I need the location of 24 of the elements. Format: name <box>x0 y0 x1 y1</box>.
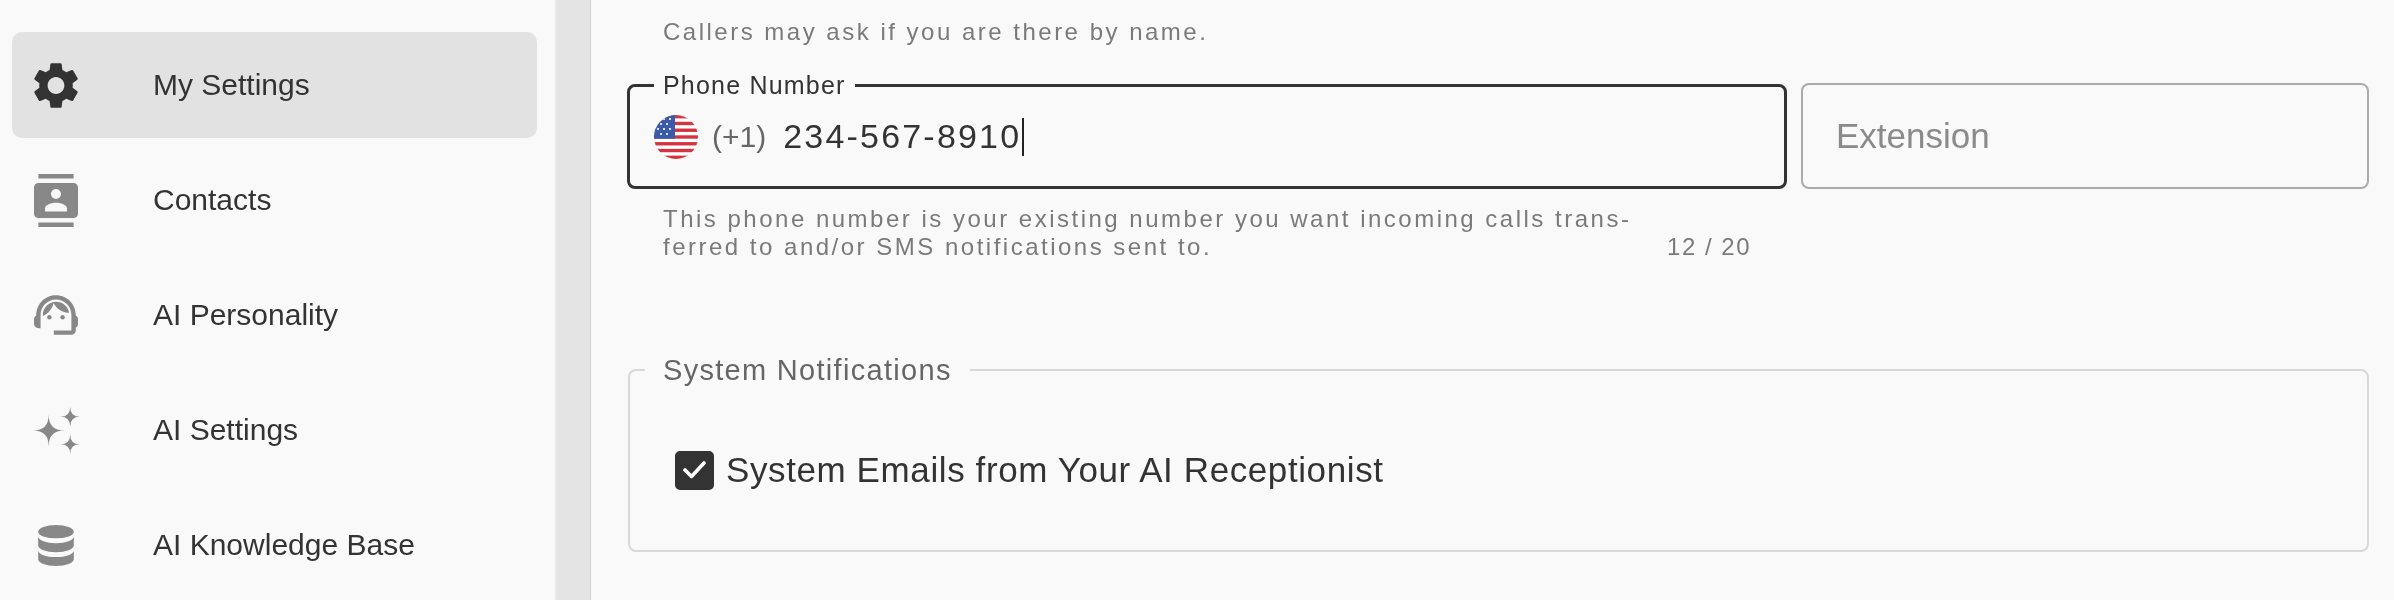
checkbox-label[interactable]: System Emails from Your AI Receptionist <box>726 450 1384 490</box>
country-code: (+1) <box>712 119 767 154</box>
checkbox[interactable] <box>675 450 714 490</box>
contact-card-icon <box>34 173 78 227</box>
sidebar-item[interactable]: My Settings <box>12 32 537 138</box>
phone-number-value: 234-567-8910 <box>783 117 1022 156</box>
group-title: System Notifications <box>662 353 953 387</box>
checkmark-icon <box>683 461 706 479</box>
extension-field[interactable]: Extension <box>1801 83 2369 189</box>
sidebar-item[interactable]: Contacts <box>12 147 537 253</box>
settings-icon <box>34 62 78 108</box>
character-counter: 12 / 20 <box>1667 233 1751 261</box>
text-cursor <box>1022 117 1025 156</box>
sparkle-icon <box>32 406 80 454</box>
headset-person-icon <box>34 295 78 335</box>
helper-text: This phone number is your existing number you want incoming calls trans-ferred to and/or SMS notifications sent to. <box>663 205 1633 261</box>
hint-text: Callers may ask if you are there by name. <box>663 17 1210 47</box>
field-label: Phone Number <box>662 71 847 99</box>
sidebar-item[interactable]: AI Knowledge Base <box>12 492 537 598</box>
sidebar-item[interactable]: AI Settings <box>12 377 537 483</box>
database-icon <box>38 524 74 566</box>
sidebar-item[interactable]: AI Personality <box>12 262 537 368</box>
scrollbar[interactable] <box>555 0 591 600</box>
flag-icon <box>654 114 698 159</box>
